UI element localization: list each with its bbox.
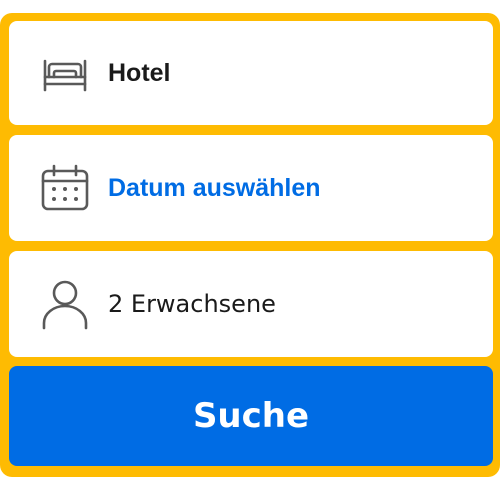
date-placeholder: Datum auswählen: [108, 174, 321, 202]
search-button[interactable]: Suche: [9, 366, 493, 466]
destination-value: Hotel: [108, 59, 171, 87]
calendar-icon: [39, 162, 91, 214]
guests-field[interactable]: 2 Erwachsene: [9, 251, 493, 357]
person-icon: [39, 278, 91, 330]
bed-icon: [39, 47, 91, 99]
search-form: Hotel Datum auswählen 2 Erwachsene Suche: [0, 13, 500, 477]
destination-field[interactable]: Hotel: [9, 21, 493, 125]
guests-value: 2 Erwachsene: [108, 290, 276, 318]
date-picker-field[interactable]: Datum auswählen: [9, 135, 493, 241]
